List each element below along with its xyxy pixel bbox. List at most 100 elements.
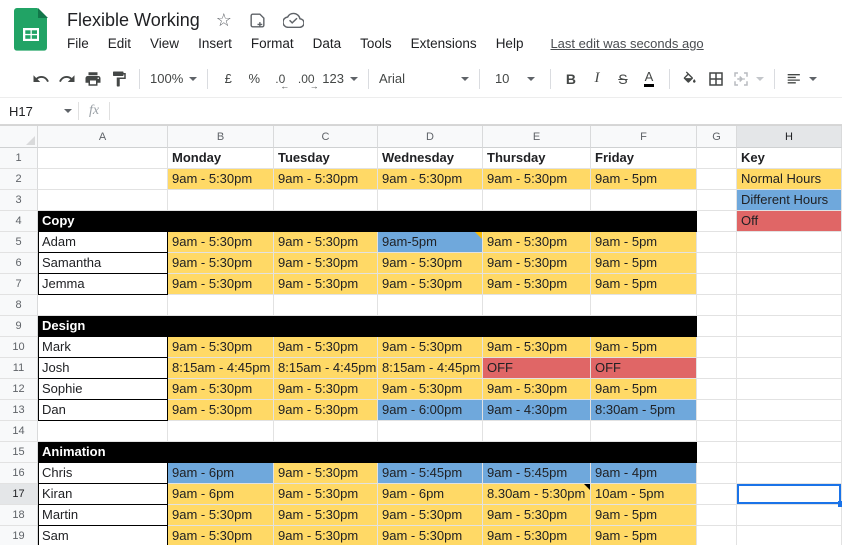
cell-A2[interactable] xyxy=(38,169,168,190)
cell-B15[interactable] xyxy=(168,442,274,463)
menu-extensions[interactable]: Extensions xyxy=(411,36,477,51)
col-header-E[interactable]: E xyxy=(483,126,591,148)
cell-D6[interactable]: 9am - 5:30pm xyxy=(378,253,483,274)
cell-D2[interactable]: 9am - 5:30pm xyxy=(378,169,483,190)
cell-H12[interactable] xyxy=(737,379,842,400)
cell-F2[interactable]: 9am - 5pm xyxy=(591,169,697,190)
cell-G11[interactable] xyxy=(697,358,737,379)
cell-H18[interactable] xyxy=(737,505,842,526)
cell-G15[interactable] xyxy=(697,442,737,463)
cell-F10[interactable]: 9am - 5pm xyxy=(591,337,697,358)
cell-D8[interactable] xyxy=(378,295,483,316)
cell-D7[interactable]: 9am - 5:30pm xyxy=(378,274,483,295)
cell-D10[interactable]: 9am - 5:30pm xyxy=(378,337,483,358)
name-box[interactable]: H17 xyxy=(0,104,78,119)
cell-D3[interactable] xyxy=(378,190,483,211)
cell-F12[interactable]: 9am - 5pm xyxy=(591,379,697,400)
cell-G14[interactable] xyxy=(697,421,737,442)
row-header-12[interactable]: 12 xyxy=(0,379,38,400)
cell-H14[interactable] xyxy=(737,421,842,442)
row-header-19[interactable]: 19 xyxy=(0,526,38,545)
cell-F9[interactable] xyxy=(591,316,697,337)
cell-E19[interactable]: 9am - 5:30pm xyxy=(483,526,591,545)
cell-E10[interactable]: 9am - 5:30pm xyxy=(483,337,591,358)
cell-A14[interactable] xyxy=(38,421,168,442)
cell-H13[interactable] xyxy=(737,400,842,421)
cell-B16[interactable]: 9am - 6pm xyxy=(168,463,274,484)
cell-D15[interactable] xyxy=(378,442,483,463)
cell-D19[interactable]: 9am - 5:30pm xyxy=(378,526,483,545)
menu-file[interactable]: File xyxy=(67,36,89,51)
cell-E18[interactable]: 9am - 5:30pm xyxy=(483,505,591,526)
cell-F18[interactable]: 9am - 5pm xyxy=(591,505,697,526)
add-shortcut-icon[interactable] xyxy=(248,11,267,30)
cell-H17[interactable] xyxy=(737,484,842,507)
cell-H2[interactable]: Normal Hours xyxy=(737,169,842,190)
cell-D11[interactable]: 8:15am - 4:45pm xyxy=(378,358,483,379)
select-all-corner[interactable] xyxy=(0,126,38,148)
cell-H15[interactable] xyxy=(737,442,842,463)
cell-C10[interactable]: 9am - 5:30pm xyxy=(274,337,378,358)
cell-E17[interactable]: 8.30am - 5:30pm xyxy=(483,484,591,505)
cell-G7[interactable] xyxy=(697,274,737,295)
cell-C19[interactable]: 9am - 5:30pm xyxy=(274,526,378,545)
row-header-2[interactable]: 2 xyxy=(0,169,38,190)
cell-G2[interactable] xyxy=(697,169,737,190)
cell-E14[interactable] xyxy=(483,421,591,442)
cell-C7[interactable]: 9am - 5:30pm xyxy=(274,274,378,295)
row-header-13[interactable]: 13 xyxy=(0,400,38,421)
cell-G16[interactable] xyxy=(697,463,737,484)
cell-B1[interactable]: Monday xyxy=(168,148,274,169)
cell-B2[interactable]: 9am - 5:30pm xyxy=(168,169,274,190)
cell-B6[interactable]: 9am - 5:30pm xyxy=(168,253,274,274)
cell-H5[interactable] xyxy=(737,232,842,253)
fill-color-icon[interactable] xyxy=(677,66,703,92)
cell-B17[interactable]: 9am - 6pm xyxy=(168,484,274,505)
col-header-A[interactable]: A xyxy=(38,126,168,148)
sheets-logo[interactable] xyxy=(14,8,48,52)
row-header-3[interactable]: 3 xyxy=(0,190,38,211)
cell-A18[interactable]: Martin xyxy=(38,505,168,526)
row-header-5[interactable]: 5 xyxy=(0,232,38,253)
row-header-9[interactable]: 9 xyxy=(0,316,38,337)
row-header-17[interactable]: 17 xyxy=(0,484,38,505)
row-header-15[interactable]: 15 xyxy=(0,442,38,463)
cell-G13[interactable] xyxy=(697,400,737,421)
col-header-B[interactable]: B xyxy=(168,126,274,148)
col-header-C[interactable]: C xyxy=(274,126,378,148)
cell-B7[interactable]: 9am - 5:30pm xyxy=(168,274,274,295)
cell-C12[interactable]: 9am - 5:30pm xyxy=(274,379,378,400)
cell-G1[interactable] xyxy=(697,148,737,169)
cell-C9[interactable] xyxy=(274,316,378,337)
cell-D4[interactable] xyxy=(378,211,483,232)
cell-A17[interactable]: Kiran xyxy=(38,484,168,505)
cell-F6[interactable]: 9am - 5pm xyxy=(591,253,697,274)
cell-E7[interactable]: 9am - 5:30pm xyxy=(483,274,591,295)
row-header-18[interactable]: 18 xyxy=(0,505,38,526)
cell-C14[interactable] xyxy=(274,421,378,442)
menu-view[interactable]: View xyxy=(150,36,179,51)
zoom-select[interactable]: 100% xyxy=(147,66,200,92)
cell-A15[interactable]: Animation xyxy=(38,442,168,463)
row-header-4[interactable]: 4 xyxy=(0,211,38,232)
row-header-16[interactable]: 16 xyxy=(0,463,38,484)
row-header-1[interactable]: 1 xyxy=(0,148,38,169)
cell-B4[interactable] xyxy=(168,211,274,232)
formula-input[interactable] xyxy=(110,98,842,124)
cell-C16[interactable]: 9am - 5:30pm xyxy=(274,463,378,484)
cell-C4[interactable] xyxy=(274,211,378,232)
cell-C3[interactable] xyxy=(274,190,378,211)
cell-A11[interactable]: Josh xyxy=(38,358,168,379)
menu-data[interactable]: Data xyxy=(313,36,342,51)
cell-D14[interactable] xyxy=(378,421,483,442)
cell-E13[interactable]: 9am - 4:30pm xyxy=(483,400,591,421)
cell-C13[interactable]: 9am - 5:30pm xyxy=(274,400,378,421)
cell-E12[interactable]: 9am - 5:30pm xyxy=(483,379,591,400)
cell-H4[interactable]: Off xyxy=(737,211,842,232)
cell-D17[interactable]: 9am - 6pm xyxy=(378,484,483,505)
row-header-7[interactable]: 7 xyxy=(0,274,38,295)
cell-G5[interactable] xyxy=(697,232,737,253)
cell-G3[interactable] xyxy=(697,190,737,211)
cell-B9[interactable] xyxy=(168,316,274,337)
cell-F1[interactable]: Friday xyxy=(591,148,697,169)
